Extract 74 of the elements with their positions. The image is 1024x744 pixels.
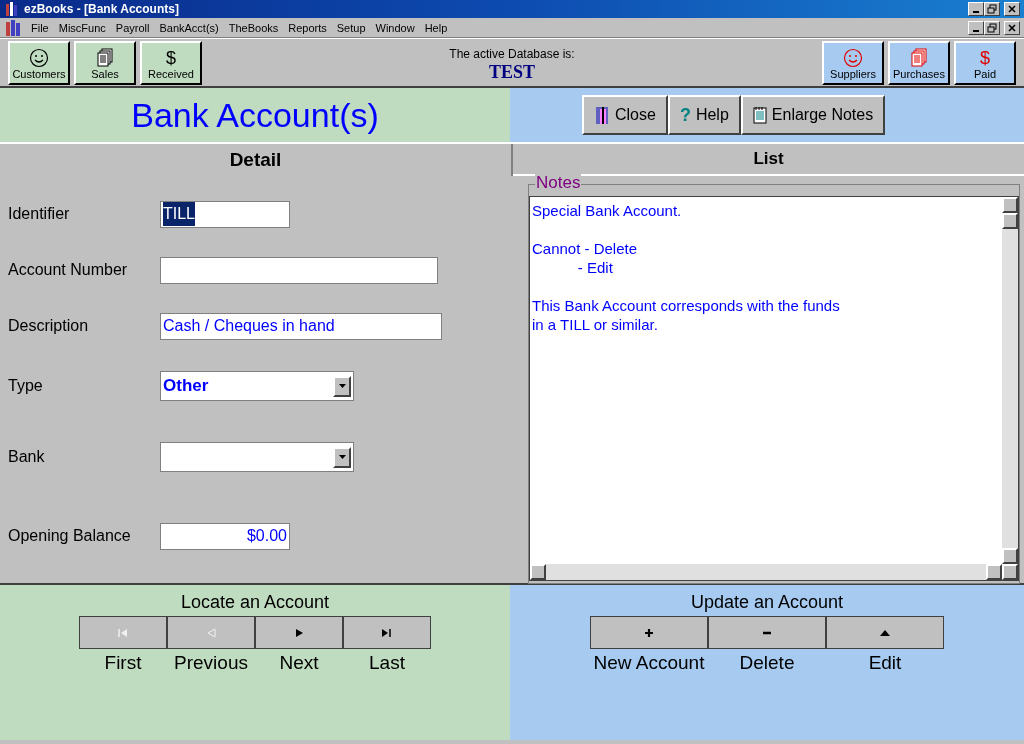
menu-item[interactable]: TheBooks: [223, 18, 284, 37]
menu-item[interactable]: Payroll: [110, 18, 155, 37]
nav-button[interactable]: [826, 616, 944, 649]
field-label: Type: [8, 376, 44, 396]
close-icon[interactable]: [1004, 2, 1020, 16]
minimize-icon[interactable]: [968, 20, 984, 35]
notes-paragraph: This Bank Account corresponds with the funds in a TILL or similar.: [531, 296, 841, 334]
window-title: ezBooks - [Bank Accounts]: [24, 1, 180, 18]
form-title: Bank Account(s): [131, 95, 379, 135]
input-field[interactable]: [160, 256, 438, 284]
toolbar-button[interactable]: $ Received: [140, 40, 202, 85]
pages-icon: [96, 47, 114, 68]
field-label: Bank: [8, 447, 46, 467]
caret-icon: [338, 384, 346, 388]
database-label: The active Database is:: [449, 45, 575, 63]
menu-item[interactable]: BankAcct(s): [154, 18, 224, 37]
nav-button[interactable]: [708, 616, 826, 649]
toolbar-button[interactable]: ? Help: [667, 95, 741, 135]
field-label: Opening Balance: [8, 526, 132, 546]
field-label: Description: [8, 316, 90, 336]
plus-icon: [644, 627, 654, 638]
input-field[interactable]: TILL: [160, 200, 290, 228]
button-label: New Account: [592, 651, 706, 675]
dropdown-field[interactable]: [160, 442, 354, 472]
nav-button[interactable]: [343, 616, 431, 649]
pages-icon: [910, 47, 928, 68]
restore-icon[interactable]: [984, 2, 1000, 16]
toolbar-button[interactable]: Enlarge Notes: [740, 95, 886, 135]
toolbar-button[interactable]: Close: [582, 95, 668, 135]
toolbar-button[interactable]: Sales: [74, 40, 136, 85]
section-title: Locate an Account: [180, 591, 330, 614]
restore-icon[interactable]: [984, 20, 1000, 35]
menu-item[interactable]: MiscFunc: [53, 18, 111, 37]
notes-paragraph: Special Bank Account.: [531, 201, 683, 220]
notes-paragraph: Cannot - Delete - Edit: [531, 239, 639, 277]
button-label: Next: [278, 651, 320, 675]
smiley-icon: [843, 47, 863, 68]
dropdown-field[interactable]: Other: [160, 371, 354, 401]
input-field[interactable]: Cash / Cheques in hand: [160, 312, 442, 340]
nav-button[interactable]: [255, 616, 343, 649]
button-label: Previous: [173, 651, 249, 675]
dollar-sign: $: [980, 47, 990, 68]
field-label: Account Number: [8, 260, 129, 280]
question-mark: ?: [679, 103, 691, 127]
toolbar-button[interactable]: $ Paid: [954, 40, 1016, 85]
doorway-icon: [594, 105, 610, 125]
notepad-icon: [752, 106, 767, 124]
vertical-scrollbar[interactable]: [1002, 197, 1018, 564]
menu-item[interactable]: Help: [419, 18, 453, 37]
books-icon: [4, 18, 22, 37]
horizontal-scrollbar[interactable]: [530, 564, 1018, 580]
close-icon[interactable]: [1004, 20, 1020, 35]
up-triangle-icon: [879, 628, 891, 637]
caret-icon: [338, 455, 346, 459]
menu-item[interactable]: Setup: [331, 18, 371, 37]
button-label: Delete: [738, 651, 796, 675]
button-label: First: [103, 651, 143, 675]
minimize-icon[interactable]: [968, 2, 984, 16]
toolbar-button[interactable]: Customers: [8, 40, 70, 85]
dollar-sign: $: [166, 47, 176, 68]
toolbar-button[interactable]: Suppliers: [822, 40, 884, 85]
database-name: TEST: [489, 62, 535, 81]
books-icon: [4, 1, 20, 17]
section-title: Update an Account: [690, 591, 844, 614]
nav-button[interactable]: [590, 616, 708, 649]
menu-item[interactable]: Reports: [283, 18, 332, 37]
button-label: Last: [368, 651, 406, 675]
input-field[interactable]: $0.00: [160, 522, 290, 550]
button-label: Edit: [867, 651, 903, 675]
field-label: Identifier: [8, 204, 71, 224]
smiley-icon: [29, 47, 49, 68]
menu-item[interactable]: Window: [370, 18, 420, 37]
toolbar-button[interactable]: Purchases: [888, 40, 950, 85]
menu-item[interactable]: File: [26, 18, 54, 37]
